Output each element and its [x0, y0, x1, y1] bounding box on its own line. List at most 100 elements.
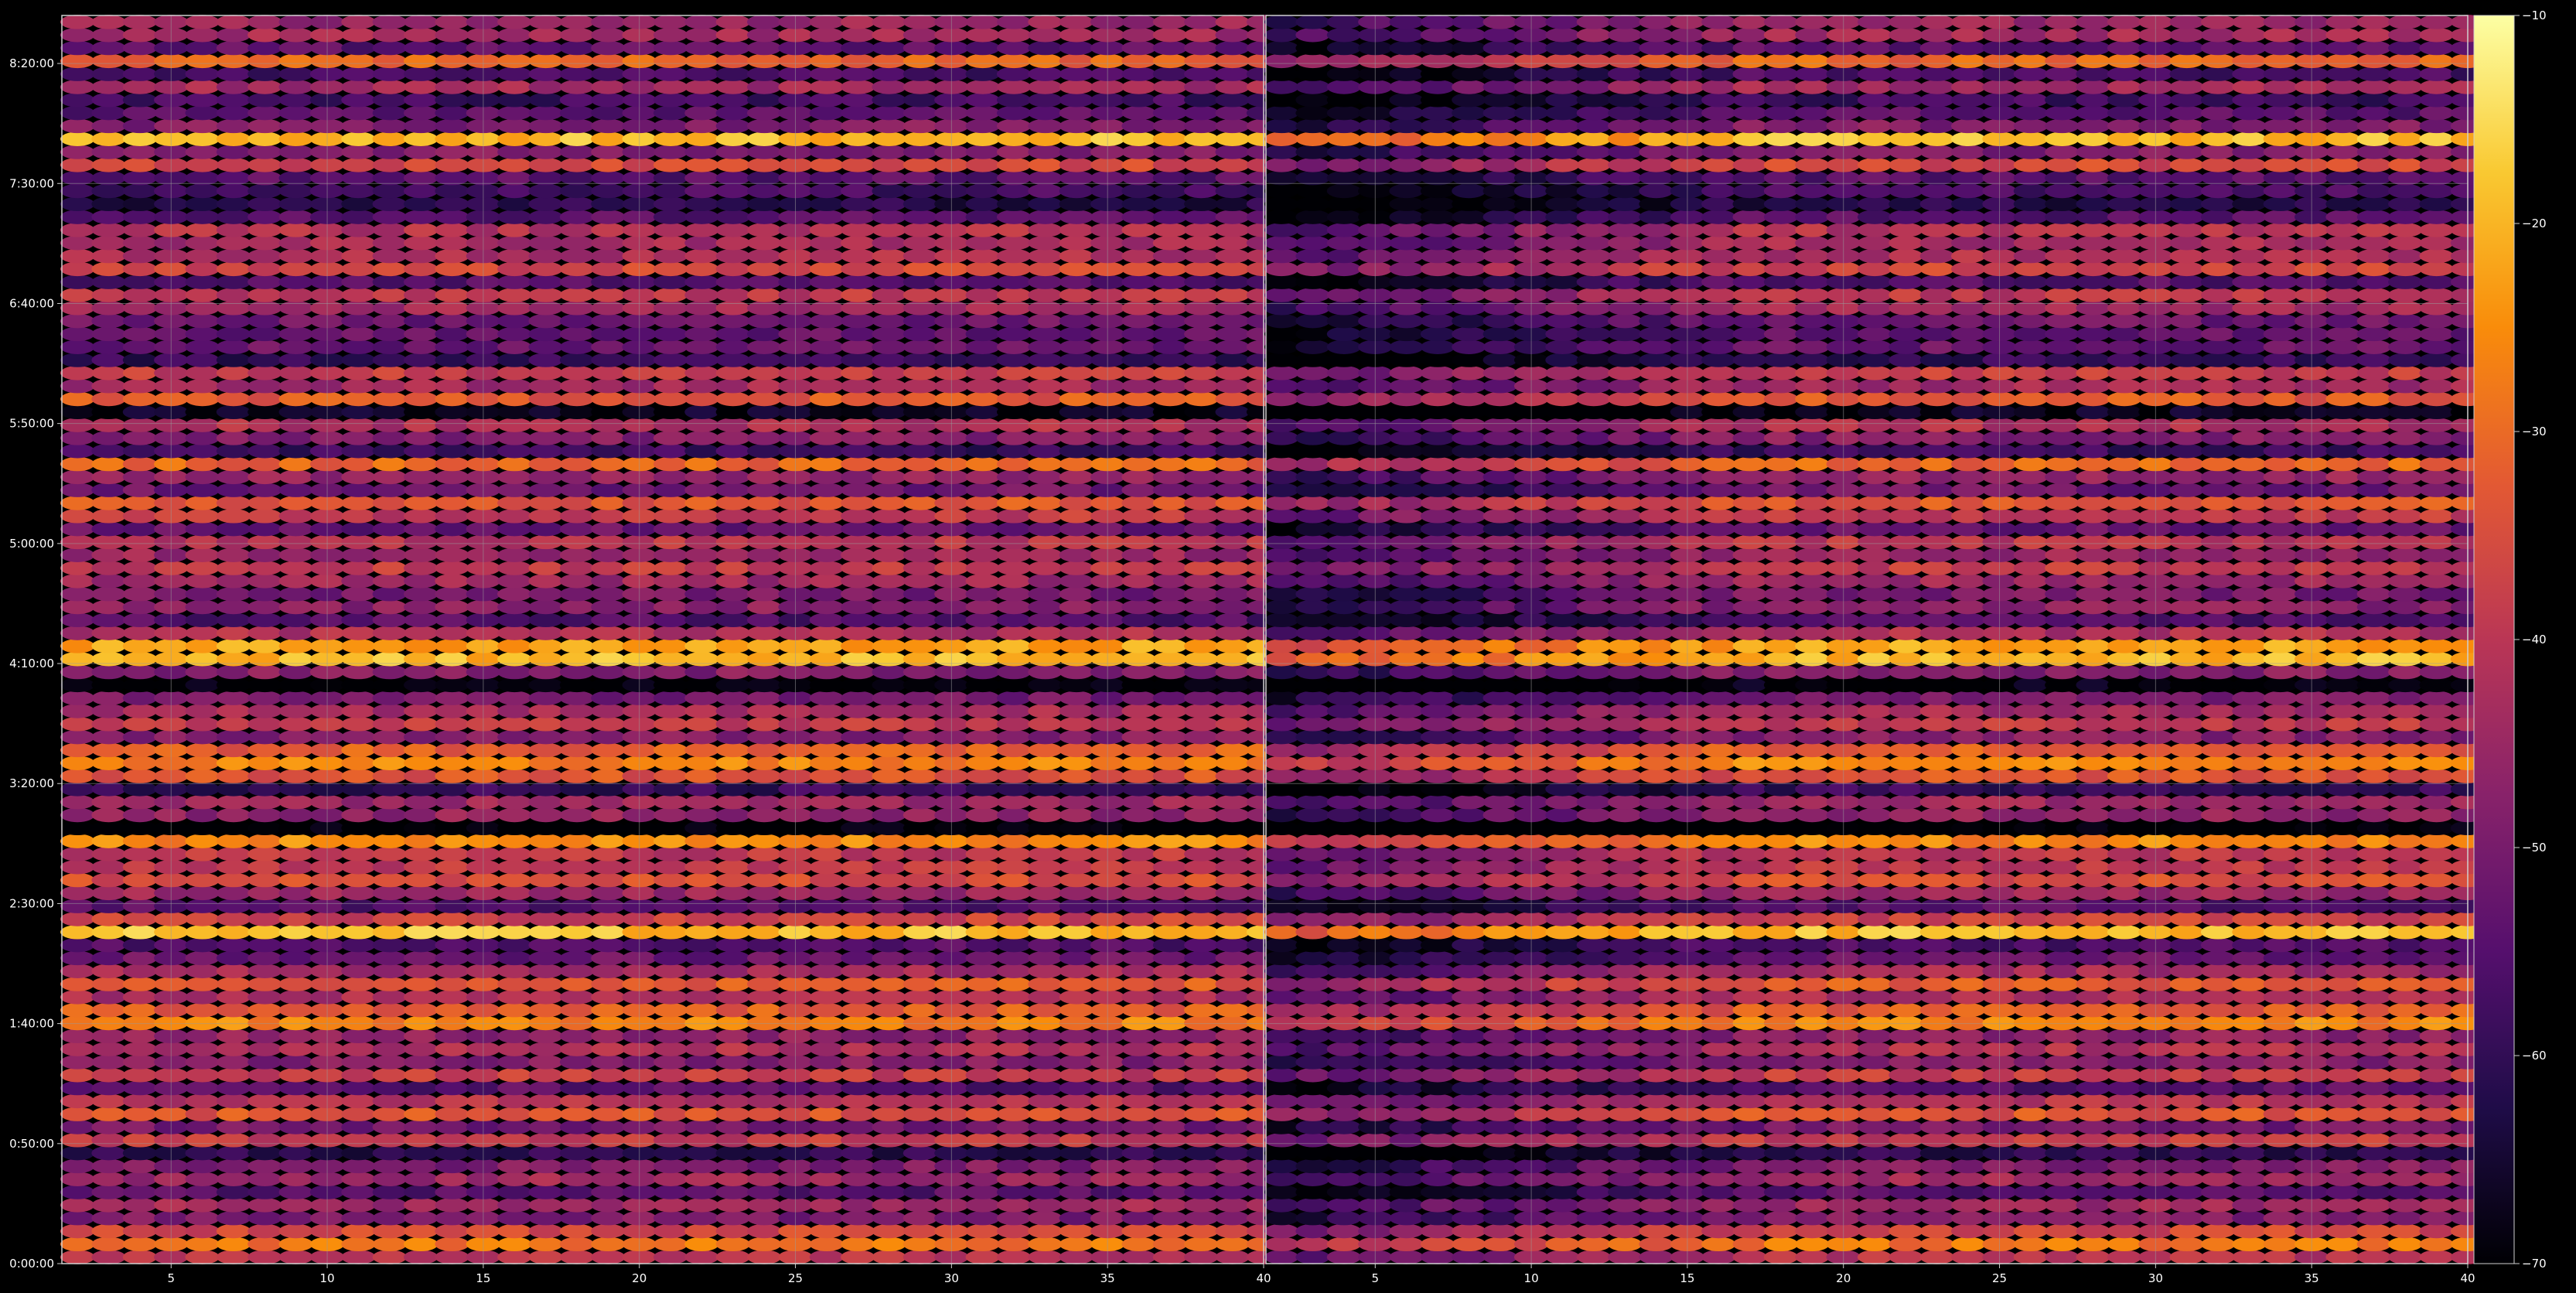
heatmap-cell [965, 27, 1000, 43]
heatmap-cell [902, 353, 938, 367]
heatmap-cell [1121, 1015, 1156, 1031]
heatmap-cell [1059, 729, 1094, 745]
heatmap-cell [841, 950, 875, 966]
heatmap-cell [996, 431, 1032, 445]
heatmap-cell [559, 691, 595, 705]
heatmap-cell [2107, 1042, 2142, 1056]
heatmap-cell [435, 847, 469, 861]
heatmap-cell [965, 1250, 1000, 1264]
heatmap-cell [497, 93, 532, 107]
heatmap-cell [1888, 1067, 1923, 1083]
heatmap-cell [715, 717, 751, 732]
heatmap-cell [91, 27, 126, 43]
heatmap-cell [372, 1120, 408, 1134]
heatmap-cell [809, 1107, 844, 1121]
heatmap-cell [591, 275, 626, 289]
heatmap-cell [1763, 1067, 1799, 1083]
heatmap-cell [559, 977, 595, 991]
heatmap-cell [372, 742, 408, 758]
heatmap-cell [341, 1250, 376, 1264]
heatmap-cell [1152, 612, 1188, 628]
heatmap-cell [278, 93, 313, 107]
heatmap-cell [872, 431, 906, 445]
heatmap-cell [435, 704, 469, 718]
heatmap-cell [91, 677, 126, 693]
heatmap-cell [2419, 1198, 2454, 1213]
heatmap-cell [1795, 1107, 1830, 1121]
heatmap-cell [1420, 977, 1455, 991]
heatmap-cell [1607, 964, 1643, 978]
heatmap-cell [715, 1198, 751, 1213]
heatmap-cell [715, 170, 751, 186]
heatmap-cell [872, 977, 906, 991]
heatmap-cell [185, 651, 220, 667]
heatmap-cell [1059, 1185, 1094, 1199]
heatmap-cell [1950, 1223, 1986, 1239]
heatmap-cell [1919, 1237, 1955, 1252]
heatmap-cell [2325, 977, 2360, 991]
heatmap-cell [1295, 1198, 1330, 1213]
heatmap-cell [559, 456, 595, 472]
heatmap-cell [1215, 521, 1250, 537]
heatmap-cell [872, 15, 906, 29]
heatmap-cell [1763, 1158, 1799, 1174]
heatmap-cell [2356, 964, 2392, 978]
heatmap-cell [746, 80, 782, 94]
heatmap-cell [497, 1198, 532, 1213]
heatmap-cell [122, 378, 158, 394]
heatmap-cell [1888, 950, 1923, 966]
heatmap-cell [591, 651, 626, 667]
heatmap-cell [216, 210, 251, 224]
heatmap-cell [372, 391, 408, 407]
heatmap-cell [1152, 1002, 1188, 1018]
heatmap-cell [2013, 1237, 2049, 1252]
heatmap-cell [684, 223, 719, 237]
heatmap-cell [341, 521, 376, 537]
heatmap-cell [996, 469, 1032, 485]
heatmap-cell [715, 548, 751, 562]
heatmap-cell [2107, 1015, 2142, 1031]
heatmap-cell [684, 1198, 719, 1213]
heatmap-cell [2076, 1133, 2110, 1148]
heatmap-cell [2076, 872, 2110, 888]
heatmap-cell [216, 313, 251, 329]
heatmap-cell [2263, 1250, 2298, 1264]
heatmap-cell [528, 67, 563, 81]
heatmap-cell [185, 353, 220, 367]
heatmap-cell [497, 366, 532, 380]
heatmap-cell [1295, 1055, 1330, 1070]
heatmap-cell [902, 404, 938, 420]
heatmap-cell [591, 912, 626, 926]
heatmap-cell [1639, 925, 1674, 940]
heatmap-cell [1857, 1029, 1892, 1044]
heatmap-cell [1028, 977, 1063, 991]
heatmap-cell [528, 1015, 563, 1031]
heatmap-cell [902, 1002, 938, 1018]
heatmap-cell [2076, 1237, 2110, 1252]
heatmap-cell [684, 391, 719, 407]
heatmap-cell [1919, 872, 1955, 888]
heatmap-cell [1152, 925, 1188, 940]
heatmap-cell [278, 418, 313, 432]
heatmap-cell [1950, 1145, 1986, 1161]
heatmap-cell [247, 391, 282, 407]
heatmap-cell [1184, 418, 1219, 432]
heatmap-cell [996, 105, 1032, 121]
heatmap-cell [2419, 1080, 2454, 1096]
heatmap-cell [872, 366, 906, 380]
heatmap-cell [2356, 1015, 2392, 1031]
heatmap-cell [1215, 301, 1250, 316]
heatmap-cell [435, 1145, 469, 1161]
heatmap-cell [278, 561, 313, 575]
heatmap-cell [216, 742, 251, 758]
heatmap-cell [185, 820, 220, 836]
heatmap-cell [185, 145, 220, 159]
heatmap-cell [1888, 1198, 1923, 1213]
heatmap-cell [1215, 1080, 1250, 1096]
heatmap-cell [1420, 1107, 1455, 1121]
heatmap-cell [216, 261, 251, 277]
heatmap-cell [2107, 1120, 2142, 1134]
heatmap-cell [91, 248, 126, 264]
heatmap-cell [497, 431, 532, 445]
heatmap-cell [996, 521, 1032, 537]
